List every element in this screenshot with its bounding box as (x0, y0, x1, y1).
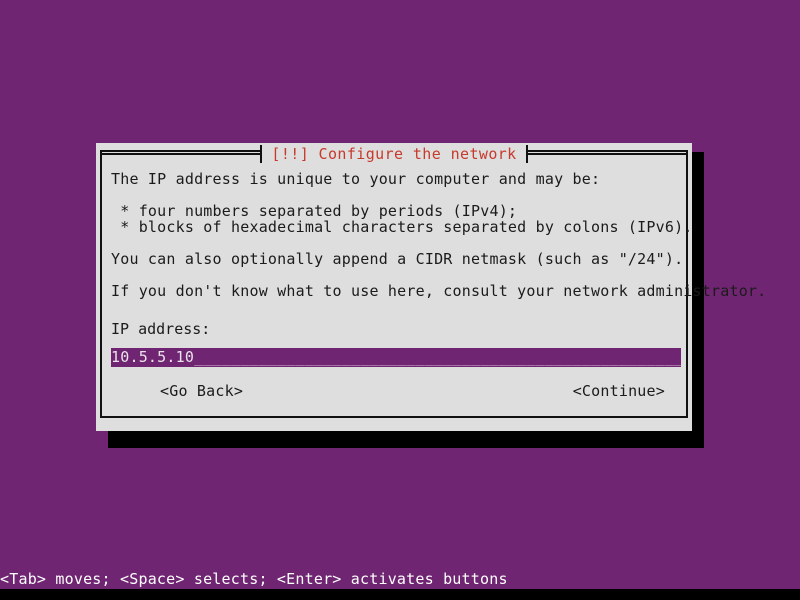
ip-address-input-value: 10.5.5.10 (111, 348, 195, 366)
keyboard-hints-status-bar: <Tab> moves; <Space> selects; <Enter> ac… (0, 569, 800, 589)
titlebar-rule-left (100, 153, 261, 155)
go-back-button[interactable]: <Go Back> (160, 381, 243, 401)
cidr-note-paragraph: You can also optionally append a CIDR ne… (111, 250, 684, 268)
continue-button[interactable]: <Continue> (573, 381, 665, 401)
ip-address-input-fill: ________________________________________… (203, 348, 681, 366)
address-format-bullets: * four numbers separated by periods (IPv… (120, 202, 693, 236)
bottom-black-strip (0, 589, 800, 600)
titlebar-rule-right (527, 153, 689, 155)
dialog-titlebar: [!!] Configure the network (100, 143, 689, 165)
intro-paragraph: The IP address is unique to your compute… (111, 170, 601, 188)
dialog-title: [!!] Configure the network (262, 145, 526, 163)
help-note-paragraph: If you don't know what to use here, cons… (111, 282, 767, 300)
dialog-button-row: <Go Back> <Continue> (111, 381, 677, 401)
configure-network-dialog: [!!] Configure the network The IP addres… (96, 143, 767, 431)
text-cursor: _ (194, 348, 204, 366)
dialog-body-text: The IP address is unique to your compute… (111, 170, 767, 300)
ip-address-label: IP address: (111, 320, 211, 338)
ip-address-input[interactable]: 10.5.5.10_______________________________… (111, 348, 681, 367)
